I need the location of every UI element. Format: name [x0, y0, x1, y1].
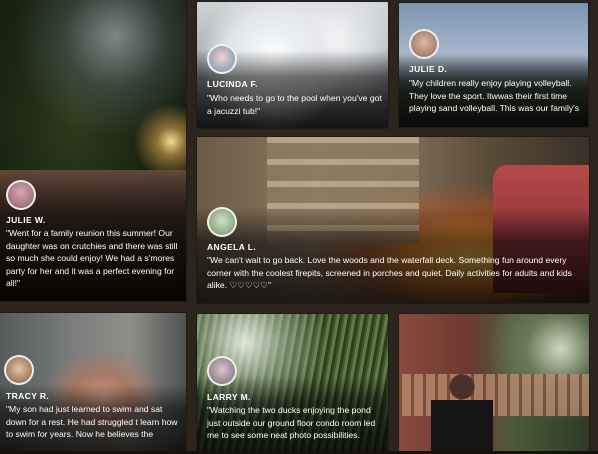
reviewer-name: LUCINDA F. [207, 79, 258, 89]
testimonial-card-angela-l[interactable]: ANGELA L. "We can't wait to go back. Lov… [197, 137, 589, 303]
testimonial-card-guest-cabin[interactable] [399, 314, 589, 454]
testimonial-card-julie-w[interactable]: JULIE W. "Went for a family reunion this… [0, 0, 186, 301]
testimonial-photo-wall: JULIE W. "Went for a family reunion this… [0, 0, 598, 454]
avatar [207, 207, 237, 237]
photo-deck-railing [399, 374, 589, 416]
testimonial-card-julie-d[interactable]: JULIE D. "My children really enjoy playi… [399, 3, 588, 127]
review-quote: "My son had just learned to swim and sat… [6, 404, 178, 439]
testimonial-card-tracy-r[interactable]: TRACY R. "My son had just learned to swi… [0, 313, 186, 454]
avatar [4, 355, 34, 385]
review-quote: "My children really enjoy playing volley… [409, 78, 580, 113]
reviewer-name: ANGELA L. [207, 242, 257, 252]
testimonial-card-lucinda-f[interactable]: LUCINDA F. "Who needs to go to the pool … [197, 2, 388, 128]
avatar [207, 44, 237, 74]
reviewer-name: TRACY R. [6, 391, 50, 401]
avatar [207, 356, 237, 386]
avatar [409, 29, 439, 59]
avatar [6, 180, 36, 210]
review-quote: "Went for a family reunion this summer! … [6, 228, 178, 288]
photo-person-silhouette [431, 372, 493, 454]
reviewer-name: LARRY M. [207, 392, 251, 402]
review-quote: "Watching the two ducks enjoying the pon… [207, 405, 376, 440]
review-quote: "We can't wait to go back. Love the wood… [207, 255, 572, 290]
reviewer-name: JULIE W. [6, 215, 46, 225]
review-quote: "Who needs to go to the pool when you've… [207, 93, 382, 116]
reviewer-name: JULIE D. [409, 64, 448, 74]
testimonial-card-larry-m[interactable]: LARRY M. "Watching the two ducks enjoyin… [197, 314, 388, 454]
